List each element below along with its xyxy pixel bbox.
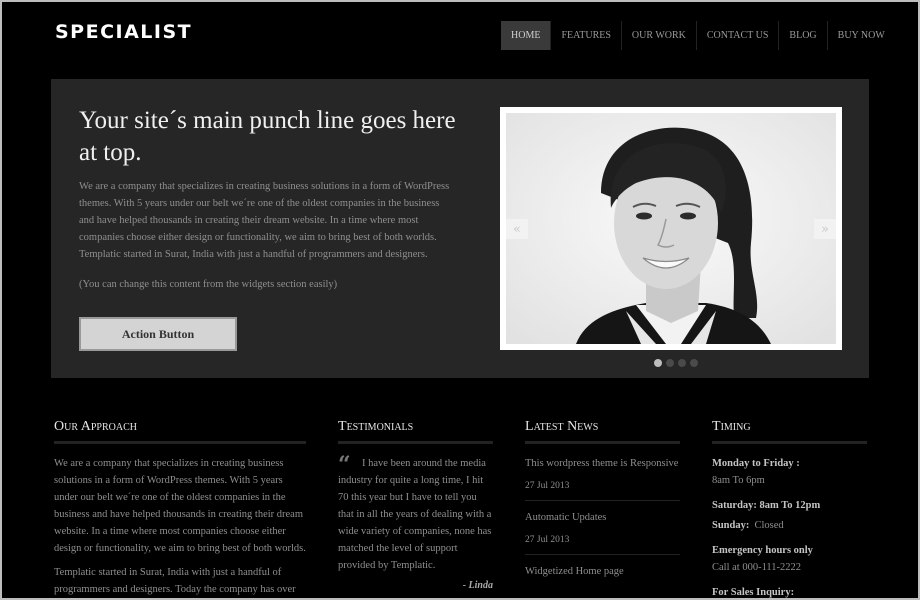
hero-note: (You can change this content from the wi… — [79, 279, 338, 290]
latest-news-heading: Latest News — [525, 419, 680, 444]
news-item: This wordpress theme is Responsive 27 Ju… — [525, 455, 680, 501]
hero-description: We are a company that specializes in cre… — [79, 181, 450, 260]
sunday-value: Closed — [754, 520, 784, 531]
sales-inquiry-label: For Sales Inquiry: — [712, 587, 795, 598]
timing-section: Timing Monday to Friday : 8am To 6pm Sat… — [712, 419, 867, 600]
nav-our-work[interactable]: OUR WORK — [622, 21, 697, 50]
action-button[interactable]: Action Button — [79, 317, 237, 351]
slider-dot-4[interactable] — [690, 359, 698, 367]
nav-features[interactable]: FEATURES — [551, 21, 622, 50]
emergency-phone: Call at 000-111-2222 — [712, 562, 802, 573]
hero-slider-image: « » — [500, 107, 842, 350]
testimonial-quote: “ I have been around the media industry … — [338, 452, 493, 574]
news-item-title[interactable]: Widgetized Home page — [525, 563, 680, 580]
main-nav: HOME FEATURES OUR WORK CONTACT US BLOG B… — [501, 21, 895, 50]
site-logo[interactable]: SPECIALIST — [55, 21, 192, 43]
our-approach-section: Our Approach We are a company that speci… — [54, 419, 306, 600]
testimonials-section: Testimonials “ I have been around the me… — [338, 419, 493, 591]
emergency-hours-label: Emergency hours only — [712, 545, 813, 556]
approach-paragraph-1: We are a company that specializes in cre… — [54, 458, 306, 554]
our-approach-heading: Our Approach — [54, 419, 306, 444]
approach-paragraph-2: Templatic started in Surat, India with j… — [54, 567, 296, 595]
nav-buy-now[interactable]: BUY NOW — [828, 21, 895, 50]
slider-dot-2[interactable] — [666, 359, 674, 367]
portrait-photo — [506, 113, 836, 344]
nav-blog[interactable]: BLOG — [779, 21, 828, 50]
slider-dot-1[interactable] — [654, 359, 662, 367]
slider-dot-3[interactable] — [678, 359, 686, 367]
testimonial-author: - Linda — [462, 580, 493, 591]
weekday-hours-label: Monday to Friday : — [712, 458, 800, 469]
slider-prev-arrow[interactable]: « — [506, 219, 528, 239]
news-item-date: 27 Jul 2013 — [525, 535, 570, 545]
slider-pagination — [654, 359, 698, 367]
news-item: Automatic Updates 27 Jul 2013 — [525, 509, 680, 555]
nav-contact-us[interactable]: CONTACT US — [697, 21, 780, 50]
testimonial-text: I have been around the media industry fo… — [338, 458, 492, 571]
quote-icon: “ — [338, 452, 351, 478]
testimonials-heading: Testimonials — [338, 419, 493, 444]
woman-portrait-illustration — [506, 113, 836, 344]
sunday-hours: Sunday: Closed — [712, 514, 867, 534]
news-item-title[interactable]: This wordpress theme is Responsive — [525, 455, 680, 472]
slider-next-arrow[interactable]: » — [814, 219, 836, 239]
news-item-title[interactable]: Automatic Updates — [525, 509, 680, 526]
latest-news-section: Latest News This wordpress theme is Resp… — [525, 419, 680, 597]
news-item: Widgetized Home page — [525, 563, 680, 589]
weekday-hours-value: 8am To 6pm — [712, 475, 765, 486]
hero-banner: Your site´s main punch line goes here at… — [51, 79, 869, 378]
hero-title: Your site´s main punch line goes here at… — [79, 107, 456, 166]
saturday-hours-label: Saturday: 8am To 12pm — [712, 500, 821, 511]
timing-heading: Timing — [712, 419, 867, 444]
nav-home[interactable]: HOME — [501, 21, 552, 50]
sunday-label: Sunday: — [712, 520, 750, 531]
news-item-date: 27 Jul 2013 — [525, 481, 570, 491]
